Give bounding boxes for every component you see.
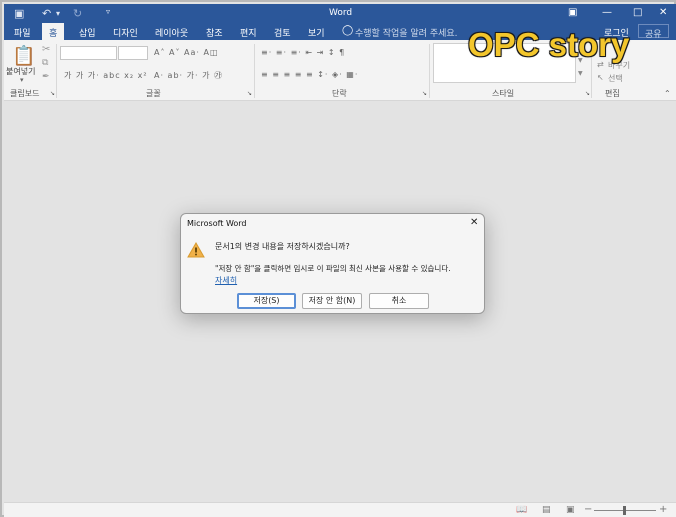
- cancel-button[interactable]: 취소: [369, 293, 429, 309]
- watermark-logo: OPC story: [468, 26, 630, 63]
- clipboard-group-label: 클립보드: [10, 89, 40, 98]
- font-launcher-icon[interactable]: ↘: [247, 90, 252, 97]
- learn-more-link[interactable]: 자세히: [215, 275, 237, 286]
- tell-me-input[interactable]: 수행할 작업을 알려 주세요.: [355, 26, 458, 39]
- lightbulb-icon: ◯: [342, 25, 354, 36]
- editing-group-label: 편집: [605, 89, 620, 98]
- styles-launcher-icon[interactable]: ↘: [585, 90, 590, 97]
- clipboard-launcher-icon[interactable]: ↘: [50, 90, 55, 97]
- font-size-controls[interactable]: A˄ A˅ Aa· A◫: [154, 48, 219, 57]
- font-color-buttons[interactable]: A· ab· 가· 가 ㉮: [154, 70, 223, 81]
- font-size-box[interactable]: [118, 46, 148, 60]
- restore-icon[interactable]: □: [633, 7, 642, 18]
- tab-mailings[interactable]: 편지: [240, 26, 257, 39]
- format-painter-icon[interactable]: ✒: [42, 72, 50, 82]
- ribbon-display-icon[interactable]: ▣: [568, 7, 577, 18]
- list-buttons[interactable]: ≡· ≡· ≡· ⇤ ⇥ ↕ ¶: [261, 48, 345, 57]
- tab-view[interactable]: 보기: [308, 26, 325, 39]
- web-layout-icon[interactable]: ▣: [566, 505, 575, 515]
- dialog-title: Microsoft Word: [187, 219, 247, 228]
- dont-save-button[interactable]: 저장 안 함(N): [302, 293, 362, 309]
- save-changes-dialog: Microsoft Word ✕ 문서1의 변경 내용을 저장하시겠습니까? "…: [180, 213, 485, 314]
- status-bar: 📖 ▤ ▣ − +: [4, 502, 676, 517]
- share-button[interactable]: 공유: [638, 24, 669, 40]
- zoom-out-button[interactable]: −: [584, 504, 592, 515]
- paste-icon[interactable]: 📋: [12, 44, 36, 67]
- paste-dropdown-icon[interactable]: ▾: [20, 76, 24, 84]
- styles-group-label: 스타일: [492, 89, 515, 98]
- dialog-detail: "저장 안 함"을 클릭하면 임시로 이 파일의 최신 사본을 사용할 수 있습…: [215, 264, 451, 273]
- tab-file[interactable]: 파일: [14, 26, 31, 39]
- save-button[interactable]: 저장(S): [237, 293, 296, 309]
- collapse-ribbon-icon[interactable]: ⌃: [664, 89, 671, 98]
- copy-icon[interactable]: ⧉: [42, 58, 48, 68]
- select-button[interactable]: 선택: [608, 73, 623, 84]
- styles-more-icon[interactable]: ▼: [578, 70, 583, 77]
- tab-references[interactable]: 참조: [206, 26, 223, 39]
- save-icon[interactable]: ▣: [14, 7, 24, 20]
- dialog-message: 문서1의 변경 내용을 저장하시겠습니까?: [215, 242, 350, 251]
- tab-design[interactable]: 디자인: [113, 26, 138, 39]
- close-icon[interactable]: ✕: [659, 7, 667, 18]
- print-layout-icon[interactable]: ▤: [542, 505, 551, 515]
- group-divider: [429, 44, 430, 98]
- paragraph-group-label: 단락: [332, 89, 347, 98]
- undo-dropdown-icon[interactable]: ▾: [56, 9, 60, 18]
- title-bar: ▣ ↶ ▾ ↻ ▿ Word ▣ — □ ✕: [4, 4, 676, 23]
- window-title: Word: [329, 8, 353, 18]
- tab-review[interactable]: 검토: [274, 26, 291, 39]
- font-group-label: 글꼴: [146, 89, 161, 98]
- alignment-buttons[interactable]: ≡ ≡ ≡ ≡ ≡ ↕· ◈· ▦·: [261, 70, 358, 79]
- zoom-in-button[interactable]: +: [659, 504, 667, 515]
- zoom-slider-thumb[interactable]: [623, 506, 626, 515]
- group-divider: [56, 44, 57, 98]
- read-mode-icon[interactable]: 📖: [516, 505, 527, 515]
- font-name-box[interactable]: [60, 46, 117, 60]
- font-style-buttons[interactable]: 가 가 가· abc x₂ x²: [64, 70, 148, 81]
- minimize-icon[interactable]: —: [602, 7, 612, 18]
- word-window: ▣ ↶ ▾ ↻ ▿ Word ▣ — □ ✕ 파일 홈 삽입 디자인 레이아웃 …: [0, 0, 676, 517]
- tab-layout[interactable]: 레이아웃: [155, 26, 188, 39]
- tab-insert[interactable]: 삽입: [79, 26, 96, 39]
- paragraph-launcher-icon[interactable]: ↘: [422, 90, 427, 97]
- dialog-close-icon[interactable]: ✕: [470, 217, 478, 228]
- group-divider: [254, 44, 255, 98]
- warning-icon: [187, 242, 205, 258]
- redo-icon[interactable]: ↻: [73, 7, 82, 20]
- tab-home[interactable]: 홈: [42, 23, 65, 40]
- undo-icon[interactable]: ↶: [42, 7, 51, 20]
- select-icon[interactable]: ↖: [597, 73, 604, 82]
- customize-icon[interactable]: ▿: [106, 7, 110, 16]
- cut-icon[interactable]: ✂: [42, 44, 50, 55]
